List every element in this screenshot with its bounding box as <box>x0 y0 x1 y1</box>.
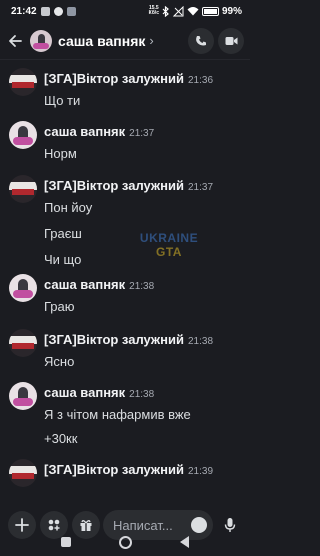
battery-percent: 99% <box>221 5 242 17</box>
app-notification-icon <box>53 6 63 16</box>
status-bar: 21:42 15.5 Кб/с 99% <box>0 0 250 22</box>
channel-title[interactable]: саша вапняк <box>58 33 145 49</box>
message-text: +30кк <box>44 431 78 446</box>
message-author[interactable]: саша вапняк <box>44 124 125 139</box>
watermark: UKRAINE GTA <box>139 231 199 259</box>
home-button[interactable] <box>119 535 132 549</box>
message-text: Норм <box>44 146 77 161</box>
message-text: Я з чітом нафармив вже <box>44 407 191 422</box>
message-timestamp: 21:37 <box>129 128 155 139</box>
message-timestamp: 21:39 <box>188 466 214 477</box>
message-author[interactable]: [ЗГА]Віктор залужний <box>44 71 184 86</box>
call-button[interactable] <box>188 28 214 54</box>
message-list[interactable]: [ЗГА]Віктор залужний 21:36 Що ти саша ва… <box>0 61 250 511</box>
signal-off-icon <box>172 5 184 16</box>
avatar[interactable] <box>9 382 37 410</box>
message-author[interactable]: [ЗГА]Віктор залужний <box>44 178 184 193</box>
arrow-left-icon <box>9 34 22 47</box>
message-author[interactable]: [ЗГА]Віктор залужний <box>44 332 184 347</box>
message-timestamp: 21:37 <box>188 182 214 193</box>
message-author[interactable]: саша вапняк <box>44 385 125 400</box>
avatar[interactable] <box>9 175 37 203</box>
avatar[interactable] <box>30 29 52 52</box>
recent-apps-button[interactable] <box>61 537 71 547</box>
back-button[interactable] <box>0 22 30 60</box>
message-text: Що ти <box>44 93 81 108</box>
app-notification-icon <box>40 6 50 16</box>
message-text: Ясно <box>44 354 75 369</box>
video-call-button[interactable] <box>218 28 244 54</box>
network-speed: 15.5 Кб/с <box>148 5 159 16</box>
video-icon <box>225 37 237 45</box>
message-text: Граєш <box>44 226 82 241</box>
battery-icon <box>201 6 219 16</box>
avatar[interactable] <box>9 68 37 96</box>
avatar[interactable] <box>9 459 37 487</box>
message-text: Пон йоу <box>44 200 93 215</box>
wifi-icon <box>187 7 199 16</box>
avatar[interactable] <box>9 121 37 149</box>
message-timestamp: 21:38 <box>129 389 155 400</box>
message-text: Граю <box>44 299 75 314</box>
message-author[interactable]: саша вапняк <box>44 277 125 292</box>
message-timestamp: 21:38 <box>129 281 155 292</box>
message-timestamp: 21:36 <box>188 75 214 86</box>
back-nav-button[interactable] <box>180 536 189 548</box>
avatar[interactable] <box>9 274 37 302</box>
channel-header: саша вапняк › <box>0 22 250 60</box>
message-author[interactable]: [ЗГА]Віктор залужний <box>44 462 184 477</box>
chevron-right-icon[interactable]: › <box>149 33 153 48</box>
system-nav-bar <box>0 528 250 556</box>
bluetooth-icon <box>162 5 169 17</box>
message-timestamp: 21:38 <box>188 336 214 347</box>
status-time: 21:42 <box>11 5 37 17</box>
message-text: Чи що <box>44 252 82 267</box>
phone-icon <box>196 36 206 46</box>
app-notification-icon <box>66 6 76 16</box>
avatar[interactable] <box>9 329 37 357</box>
